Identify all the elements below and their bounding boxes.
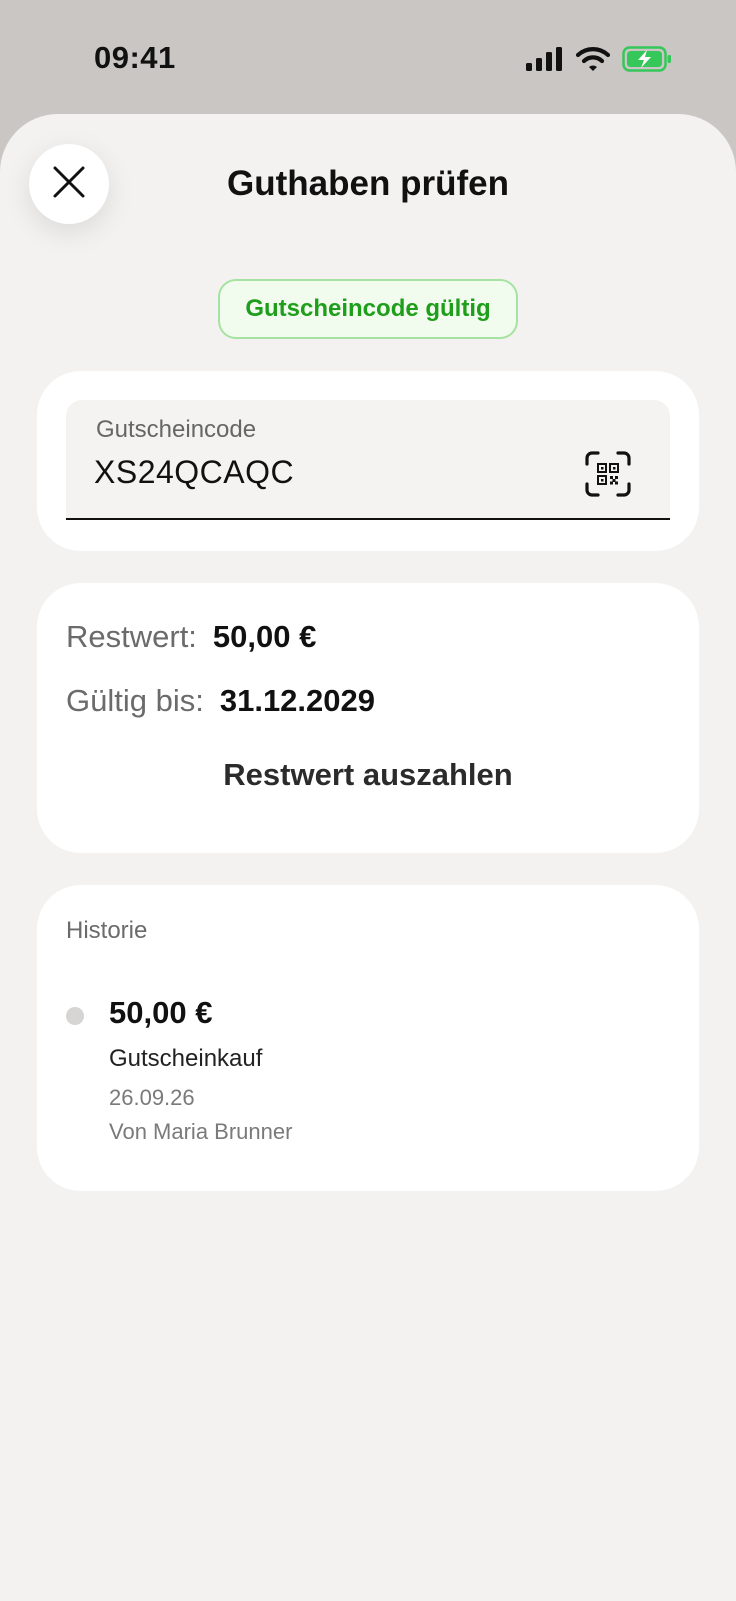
remaining-value-label: Restwert: xyxy=(66,619,197,654)
history-date: 26.09.26 xyxy=(109,1085,195,1110)
battery-charging-icon xyxy=(622,46,672,77)
page-title: Guthaben prüfen xyxy=(227,164,509,203)
history-from: Von Maria Brunner xyxy=(109,1119,293,1144)
signal-icon xyxy=(526,47,564,76)
status-bar: 09:41 xyxy=(0,0,736,112)
remaining-value-amount: 50,00 € xyxy=(212,619,317,654)
valid-until-label: Gültig bis: xyxy=(66,683,204,718)
status-icons xyxy=(526,46,672,77)
status-time: 09:41 xyxy=(94,40,176,75)
history-amount: 50,00 € xyxy=(109,995,213,1030)
check-balance-sheet: Guthaben prüfen Gutscheincode gültig Gut… xyxy=(0,114,736,1601)
qr-scan-icon xyxy=(584,451,632,502)
balance-card: Restwert: 50,00 € Gültig bis: 31.12.2029… xyxy=(37,583,699,853)
voucher-code-card: Gutscheincode xyxy=(37,371,699,551)
history-type: Gutscheinkauf xyxy=(109,1045,263,1072)
remaining-value-row: Restwert: 50,00 € xyxy=(66,619,316,655)
payout-remaining-button[interactable]: Restwert auszahlen xyxy=(37,757,699,793)
wifi-icon xyxy=(575,46,611,77)
history-item: 50,00 € Gutscheinkauf 26.09.26 Von Maria… xyxy=(66,995,666,1145)
history-card: Historie 50,00 € Gutscheinkauf 26.09.26 … xyxy=(37,885,699,1191)
voucher-code-label: Gutscheincode xyxy=(96,416,257,443)
voucher-code-input[interactable] xyxy=(94,454,554,491)
valid-until-row: Gültig bis: 31.12.2029 xyxy=(66,683,375,719)
history-title: Historie xyxy=(66,917,148,944)
history-dot-icon xyxy=(66,1007,84,1025)
voucher-code-field[interactable]: Gutscheincode xyxy=(66,400,670,520)
valid-until-date: 31.12.2029 xyxy=(219,683,375,718)
valid-status-badge: Gutscheincode gültig xyxy=(218,279,518,339)
qr-scan-button[interactable] xyxy=(584,450,632,498)
